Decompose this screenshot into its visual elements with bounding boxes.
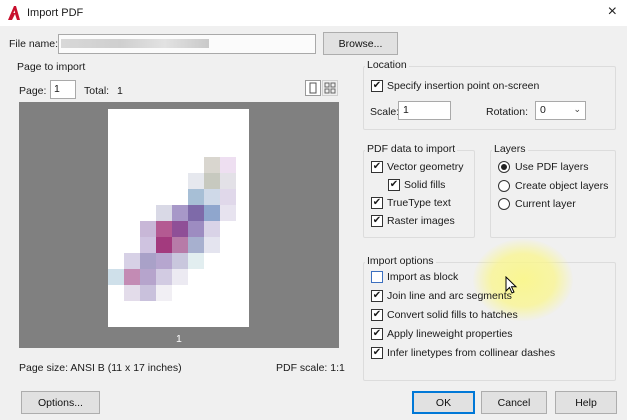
solid-fills-label: Solid fills — [404, 179, 446, 191]
scale-label: Scale: — [370, 106, 400, 118]
blurred-file-name — [61, 39, 209, 48]
import-as-block-label: Import as block — [387, 271, 459, 283]
pdf-data-heading: PDF data to import — [365, 143, 458, 155]
close-icon[interactable]: × — [608, 3, 617, 21]
rotation-value: 0 — [540, 104, 546, 116]
convert-hatches-label: Convert solid fills to hatches — [387, 309, 518, 321]
solid-fills-checkbox[interactable]: ✔ Solid fills — [388, 179, 445, 191]
chevron-down-icon: ⌄ — [573, 104, 581, 114]
checkbox-icon: ✔ — [388, 179, 400, 191]
page-size-text: Page size: ANSI B (11 x 17 inches) — [19, 362, 182, 374]
raster-images-label: Raster images — [387, 215, 455, 227]
layers-heading: Layers — [492, 143, 528, 155]
current-layer-label: Current layer — [515, 198, 576, 210]
page-label: Page: — [19, 85, 47, 97]
rotation-combo[interactable]: 0 ⌄ — [535, 101, 586, 120]
vector-geometry-checkbox[interactable]: ✔ Vector geometry — [371, 161, 463, 173]
join-segments-label: Join line and arc segments — [387, 290, 512, 302]
single-page-icon — [309, 82, 317, 94]
checkbox-icon: ✔ — [371, 328, 383, 340]
vector-geometry-label: Vector geometry — [387, 161, 464, 173]
dialog-title: Import PDF — [27, 7, 84, 19]
import-pdf-dialog: Import PDF × File name: Browse... Page t… — [0, 0, 627, 420]
total-value: 1 — [117, 85, 123, 97]
total-label: Total: — [84, 85, 110, 97]
checkbox-icon: ✔ — [371, 161, 383, 173]
cancel-button[interactable]: Cancel — [481, 391, 547, 414]
help-button[interactable]: Help — [555, 391, 617, 414]
checkbox-icon: ✔ — [371, 80, 383, 92]
specify-insertion-checkbox[interactable]: ✔ Specify insertion point on-screen — [371, 80, 539, 92]
apply-lineweight-checkbox[interactable]: ✔ Apply lineweight properties — [371, 328, 513, 340]
radio-icon — [498, 180, 510, 192]
create-object-layers-radio[interactable]: Create object layers — [498, 180, 608, 192]
preview-page-number: 1 — [176, 333, 182, 345]
file-name-field[interactable] — [58, 34, 316, 54]
import-as-block-checkbox[interactable]: Import as block — [371, 271, 458, 283]
import-options-heading: Import options — [365, 255, 436, 267]
mouse-pointer-icon — [505, 276, 518, 294]
options-button[interactable]: Options... — [21, 391, 100, 414]
checkbox-icon: ✔ — [371, 197, 383, 209]
checkbox-icon: ✔ — [371, 215, 383, 227]
rotation-label: Rotation: — [486, 106, 529, 118]
title-bar: Import PDF × — [0, 0, 627, 26]
location-group — [363, 66, 616, 130]
create-object-layers-label: Create object layers — [515, 180, 609, 192]
raster-images-checkbox[interactable]: ✔ Raster images — [371, 215, 455, 227]
checkbox-icon — [371, 271, 383, 283]
page-number-input[interactable]: 1 — [50, 80, 76, 99]
pdf-scale-text: PDF scale: 1:1 — [276, 362, 345, 374]
truetype-text-label: TrueType text — [387, 197, 451, 209]
file-name-label: File name: — [9, 38, 59, 50]
truetype-text-checkbox[interactable]: ✔ TrueType text — [371, 197, 451, 209]
convert-hatches-checkbox[interactable]: ✔ Convert solid fills to hatches — [371, 309, 518, 321]
page-thumbnail[interactable] — [108, 109, 249, 327]
thumbnails-icon — [324, 82, 336, 94]
use-pdf-layers-radio[interactable]: Use PDF layers — [498, 161, 589, 173]
current-layer-radio[interactable]: Current layer — [498, 198, 576, 210]
use-pdf-layers-label: Use PDF layers — [515, 161, 589, 173]
apply-lineweight-label: Apply lineweight properties — [387, 328, 513, 340]
scale-input[interactable]: 1 — [398, 101, 451, 120]
ok-button[interactable]: OK — [412, 391, 475, 414]
single-page-view-button[interactable] — [305, 80, 321, 96]
autocad-logo-icon — [8, 6, 20, 20]
infer-linetypes-checkbox[interactable]: ✔ Infer linetypes from collinear dashes — [371, 347, 555, 359]
location-heading: Location — [365, 59, 409, 71]
radio-selected-icon — [498, 161, 510, 173]
checkbox-icon: ✔ — [371, 290, 383, 302]
radio-icon — [498, 198, 510, 210]
join-segments-checkbox[interactable]: ✔ Join line and arc segments — [371, 290, 512, 302]
browse-button[interactable]: Browse... — [323, 32, 398, 55]
page-to-import-heading: Page to import — [17, 61, 86, 73]
checkbox-icon: ✔ — [371, 309, 383, 321]
infer-linetypes-label: Infer linetypes from collinear dashes — [387, 347, 556, 359]
checkbox-icon: ✔ — [371, 347, 383, 359]
thumbnail-view-button[interactable] — [322, 80, 338, 96]
specify-insertion-label: Specify insertion point on-screen — [387, 80, 540, 92]
